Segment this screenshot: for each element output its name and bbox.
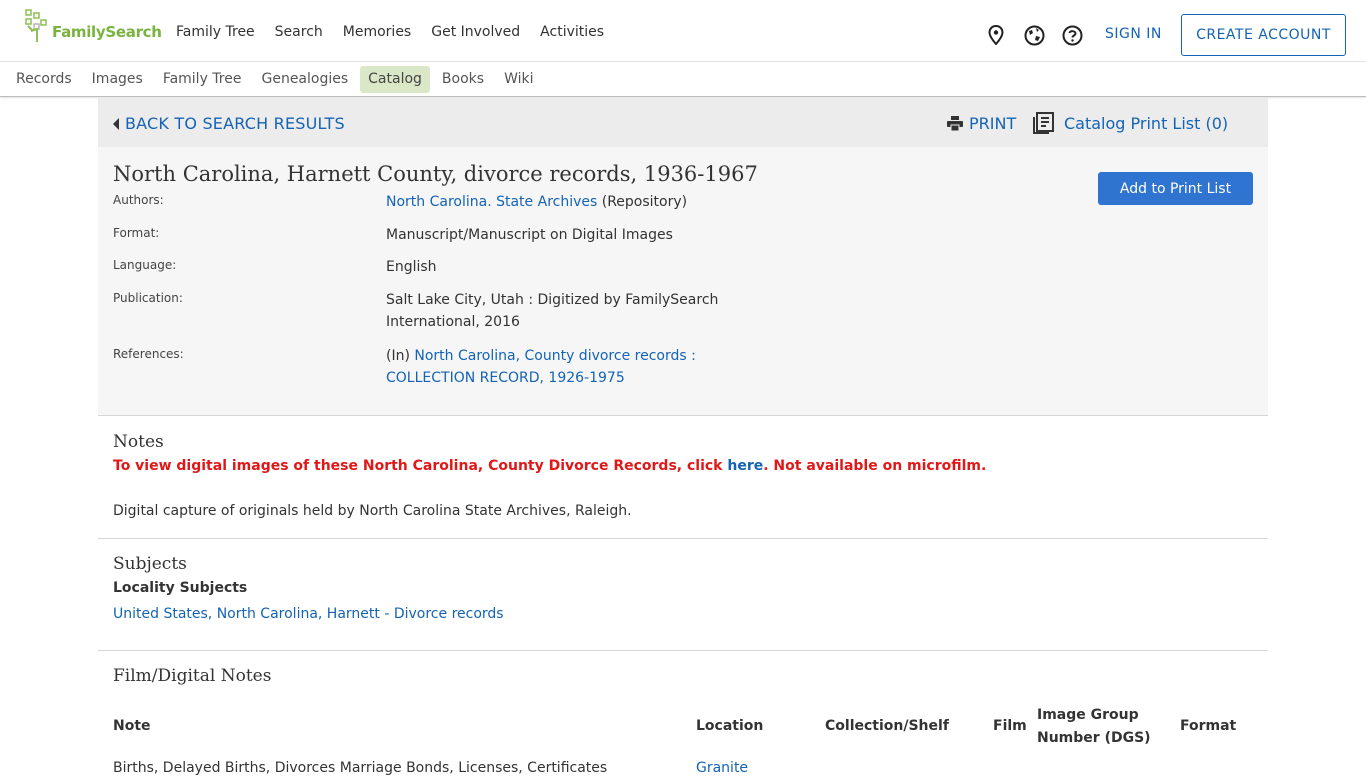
- col-collection-shelf: Collection/Shelf: [825, 718, 949, 734]
- references-label: References:: [113, 347, 184, 361]
- familysearch-logo[interactable]: FamilySearch: [24, 9, 162, 43]
- language-value: English: [386, 259, 437, 275]
- nav-activities[interactable]: Activities: [540, 24, 604, 40]
- language-label: Language:: [113, 258, 177, 272]
- col-film: Film: [993, 718, 1027, 734]
- film-row-note: Births, Delayed Births, Divorces Marriag…: [113, 760, 608, 776]
- subnav-images[interactable]: Images: [84, 66, 151, 93]
- locality-subject-link[interactable]: United States, North Carolina, Harnett -…: [113, 606, 504, 622]
- print-list-icon: [1033, 112, 1054, 134]
- globe-icon[interactable]: [1023, 24, 1045, 46]
- help-icon[interactable]: [1061, 24, 1083, 46]
- logo-text: FamilySearch: [52, 23, 162, 41]
- subjects-title: Subjects: [113, 554, 187, 574]
- nav-memories[interactable]: Memories: [343, 24, 411, 40]
- notes-section: Notes To view digital images of these No…: [98, 417, 1268, 539]
- location-pin-icon[interactable]: [985, 24, 1007, 46]
- sign-in-link[interactable]: SIGN IN: [1105, 26, 1162, 42]
- tree-logo-icon: [25, 9, 47, 42]
- references-link[interactable]: North Carolina, County divorce records :…: [386, 348, 696, 386]
- authors-value: North Carolina. State Archives (Reposito…: [386, 194, 688, 210]
- print-link[interactable]: PRINT: [947, 114, 1016, 133]
- back-link-label: BACK TO SEARCH RESULTS: [125, 114, 345, 133]
- here-link[interactable]: here: [727, 458, 763, 474]
- subnav-books[interactable]: Books: [434, 66, 492, 93]
- printer-icon: [947, 116, 963, 131]
- col-location: Location: [696, 718, 764, 734]
- subjects-section: Subjects Locality Subjects United States…: [98, 539, 1268, 651]
- record-detail: North Carolina, Harnett County, divorce …: [98, 147, 1268, 416]
- authors-link[interactable]: North Carolina. State Archives: [386, 194, 597, 210]
- film-notes-title: Film/Digital Notes: [113, 666, 272, 686]
- format-value: Manuscript/Manuscript on Digital Images: [386, 227, 673, 243]
- add-to-print-list-button[interactable]: Add to Print List: [1098, 172, 1253, 205]
- nav-family-tree[interactable]: Family Tree: [176, 24, 255, 40]
- header-icons: [985, 24, 1083, 46]
- sub-nav: Records Images Family Tree Genealogies C…: [0, 62, 1366, 97]
- nav-search[interactable]: Search: [275, 24, 323, 40]
- format-label: Format:: [113, 226, 160, 240]
- subnav-family-tree[interactable]: Family Tree: [155, 66, 250, 93]
- subnav-genealogies[interactable]: Genealogies: [253, 66, 356, 93]
- print-list-label: Catalog Print List (0): [1064, 113, 1229, 133]
- subnav-catalog[interactable]: Catalog: [360, 66, 430, 93]
- catalog-toolbar: BACK TO SEARCH RESULTS PRINT Catalog Pri…: [98, 98, 1268, 147]
- references-value: (In) North Carolina, County divorce reco…: [386, 348, 696, 386]
- notes-digital-images: To view digital images of these North Ca…: [113, 458, 987, 474]
- top-header: FamilySearch Family Tree Search Memories…: [0, 0, 1366, 62]
- catalog-print-list-link[interactable]: Catalog Print List (0): [1033, 112, 1228, 134]
- col-format: Format: [1180, 718, 1237, 734]
- subnav-wiki[interactable]: Wiki: [496, 66, 541, 93]
- authors-label: Authors:: [113, 193, 164, 207]
- locality-subjects-heading: Locality Subjects: [113, 580, 248, 596]
- subnav-records[interactable]: Records: [8, 66, 80, 93]
- film-digital-notes-section: Film/Digital Notes Note Location Collect…: [98, 651, 1268, 776]
- notes-title: Notes: [113, 432, 164, 452]
- publication-label: Publication:: [113, 291, 183, 305]
- record-title: North Carolina, Harnett County, divorce …: [113, 162, 758, 186]
- nav-get-involved[interactable]: Get Involved: [431, 24, 520, 40]
- publication-value: Salt Lake City, Utah : Digitized by Fami…: [386, 292, 719, 330]
- main-nav: Family Tree Search Memories Get Involved…: [176, 24, 604, 40]
- caret-left-icon: [113, 117, 119, 130]
- col-dgs: Image Group Number (DGS): [1037, 707, 1151, 746]
- col-note: Note: [113, 718, 151, 734]
- create-account-button[interactable]: CREATE ACCOUNT: [1181, 14, 1346, 56]
- film-row-location-link[interactable]: Granite: [696, 760, 748, 776]
- notes-capture-text: Digital capture of originals held by Nor…: [113, 503, 632, 519]
- back-to-results-link[interactable]: BACK TO SEARCH RESULTS: [113, 114, 345, 133]
- print-link-label: PRINT: [969, 114, 1017, 133]
